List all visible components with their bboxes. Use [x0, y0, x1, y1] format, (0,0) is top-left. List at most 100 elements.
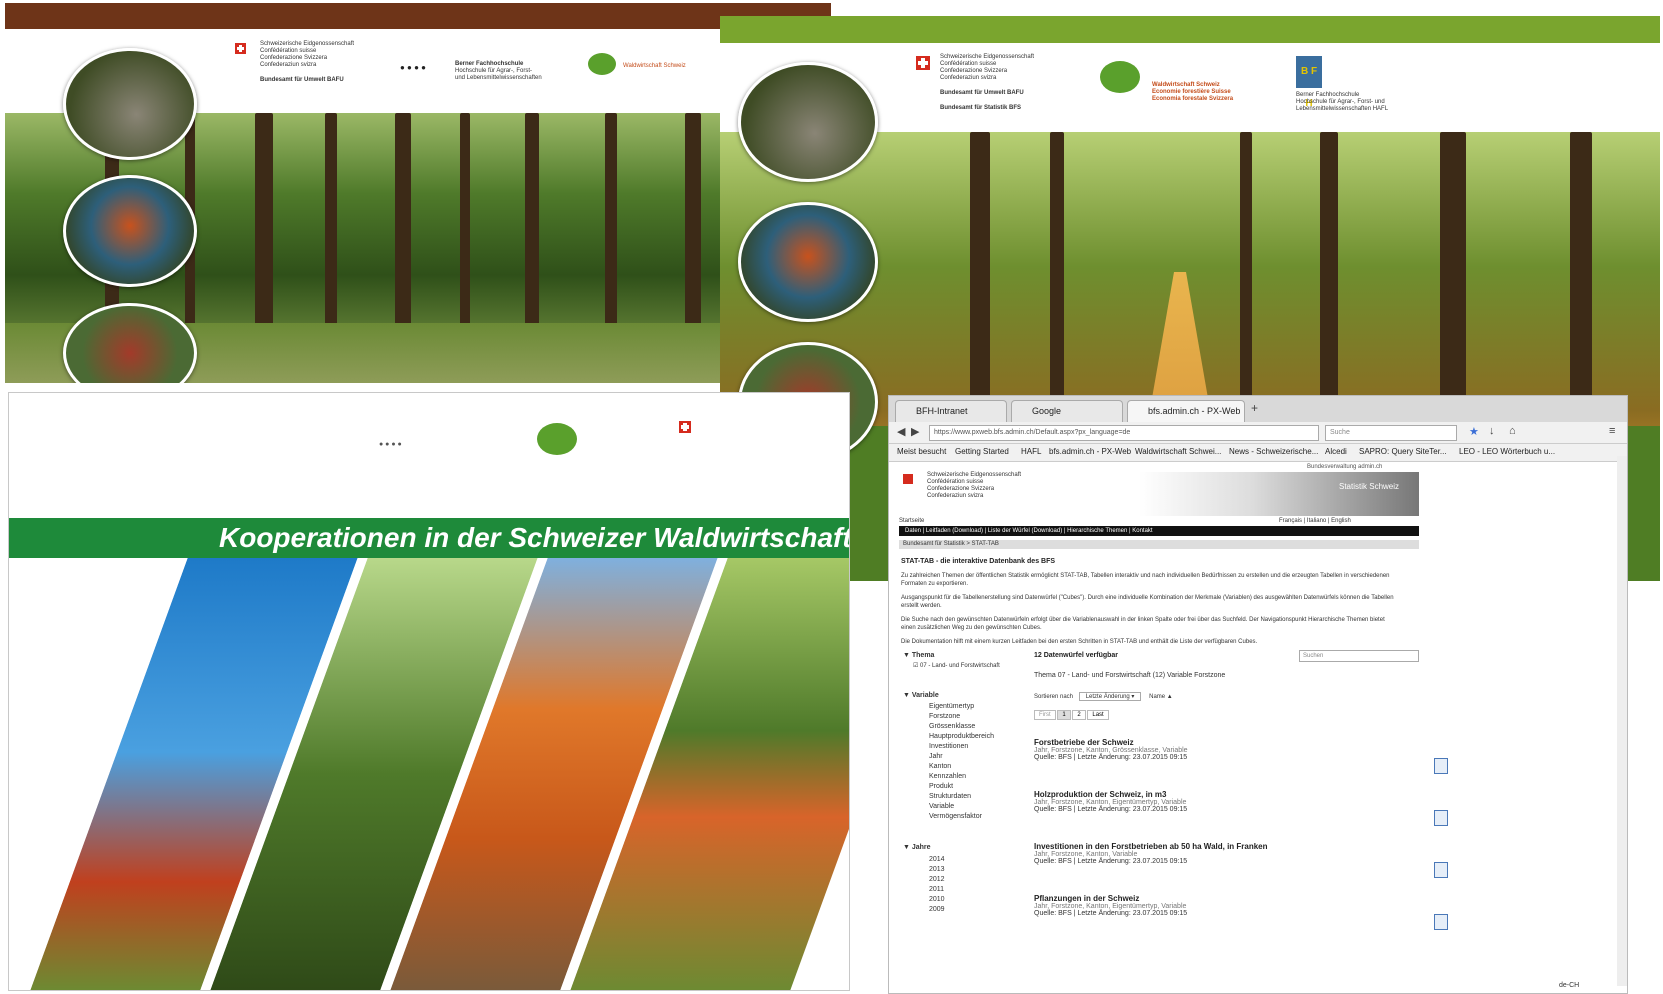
office-name: Bundesamt für Statistik BFS [940, 105, 1022, 111]
facet-variable-item[interactable]: Forstzone [929, 713, 960, 720]
intro-paragraph: Zu zahlreichen Themen der öffentlichen S… [901, 573, 1390, 587]
facet-variable-item[interactable]: Variable [929, 803, 954, 810]
home-link[interactable]: Startseite [899, 518, 924, 524]
bookmark-item[interactable]: News - Schweizerische... [1229, 447, 1318, 456]
forward-icon[interactable]: ▶ [911, 425, 919, 438]
star-icon[interactable]: ★ [1469, 425, 1479, 438]
school-block: Berner Fachhochschule Hochschule für Agr… [1296, 92, 1388, 113]
pager-last[interactable]: Last [1087, 710, 1109, 720]
school-line: Hochschule für Agrar-, Forst- und [1296, 99, 1385, 105]
scrollbar[interactable] [1617, 456, 1627, 986]
sort-dir-label: Name [1149, 694, 1166, 700]
bookmark-item[interactable]: LEO - LEO Wörterbuch u... [1459, 447, 1555, 456]
tab-pxweb[interactable]: bfs.admin.ch - PX-Web [1127, 400, 1245, 422]
breadcrumb[interactable]: Bundesamt für Statistik > STAT-TAB [899, 540, 1419, 549]
school-line: Lebensmittelwissenschaften HAFL [1296, 106, 1389, 112]
facet-variable-item[interactable]: Produkt [929, 783, 953, 790]
facet-variable-item[interactable]: Kanton [929, 763, 951, 770]
sort-direction[interactable]: Name ▲ [1149, 694, 1173, 700]
swiss-cross-icon [679, 421, 691, 433]
home-icon[interactable]: ⌂ [1509, 425, 1516, 437]
facet-variable-item[interactable]: Kennzahlen [929, 773, 966, 780]
header-line: Confédération suisse [260, 48, 317, 54]
document-icon[interactable] [1434, 914, 1448, 930]
document-icon[interactable] [1434, 758, 1448, 774]
pager-page[interactable]: 1 [1057, 710, 1071, 720]
bfh-logo-icon: B F H [1296, 56, 1322, 109]
wvs-logo-icon [588, 53, 616, 75]
facet-jahr-item[interactable]: 2012 [929, 876, 945, 883]
facet-jahr[interactable]: ▼ Jahre [903, 844, 931, 851]
pager-page[interactable]: 2 [1072, 710, 1086, 720]
facet-variable-item[interactable]: Grössenklasse [929, 723, 975, 730]
facet-variable-item[interactable]: Eigentümertyp [929, 703, 974, 710]
brochure-title: Kooperationen in der Schweizer Waldwirts… [9, 518, 849, 558]
menu-icon[interactable]: ≡ [1609, 425, 1615, 437]
tree-stump-photo [63, 48, 197, 160]
document-icon[interactable] [1434, 810, 1448, 826]
bookmark-item[interactable]: Getting Started [955, 447, 1009, 456]
bookmark-item[interactable]: Alcedi [1325, 447, 1347, 456]
facet-jahr-item[interactable]: 2013 [929, 866, 945, 873]
sort-row: Sortieren nach Letzte Änderung ▾ Name ▲ [1034, 692, 1173, 701]
result-item: Investitionen in den Forstbetrieben ab 5… [1034, 842, 1454, 865]
result-item: Holzproduktion der Schweiz, in m3 Jahr, F… [1034, 790, 1454, 813]
bookmark-item[interactable]: Meist besucht [897, 447, 946, 456]
header-line: Confederaziun svizra [927, 493, 984, 499]
facet-variable-item[interactable]: Investitionen [929, 743, 968, 750]
facet-variable-item[interactable]: Jahr [929, 753, 943, 760]
bookmark-item[interactable]: SAPRO: Query SiteTer... [1359, 447, 1447, 456]
federal-header: Schweizerische Eidgenossenschaft Confédé… [260, 41, 354, 84]
result-title[interactable]: Pflanzungen in der Schweiz [1034, 894, 1454, 903]
facet-variable-item[interactable]: Vermögensfaktor [929, 813, 982, 820]
bookmark-item[interactable]: HAFL [1021, 447, 1041, 456]
nav-bar: ◀ ▶ https://www.pxweb.bfs.admin.ch/Defau… [889, 422, 1627, 444]
intro-paragraph: Ausgangspunkt für die Tabellenerstellung… [901, 595, 1394, 609]
office-name: Bundesamt für Umwelt BAFU [260, 77, 344, 83]
result-variables: Jahr, Forstzone, Kanton, Eigentümertyp, … [1034, 903, 1187, 910]
tab-label: bfs.admin.ch - PX-Web [1148, 406, 1241, 416]
header-line: Confederaziun svizra [260, 62, 317, 68]
wvs-logo-icon [1100, 61, 1140, 93]
url-input[interactable]: https://www.pxweb.bfs.admin.ch/Default.a… [929, 425, 1319, 441]
back-icon[interactable]: ◀ [897, 425, 905, 438]
download-icon[interactable]: ↓ [1489, 425, 1495, 437]
facet-jahr-item[interactable]: 2010 [929, 896, 945, 903]
facet-thema-item[interactable]: ☑ 07 - Land- und Forstwirtschaft [913, 662, 1000, 669]
browser-search-input[interactable]: Suche [1325, 425, 1457, 441]
office-name: Bundesamt für Umwelt BAFU [940, 90, 1024, 96]
facet-variable-item[interactable]: Strukturdaten [929, 793, 971, 800]
result-title[interactable]: Investitionen in den Forstbetrieben ab 5… [1034, 842, 1454, 851]
language-switch[interactable]: Français | Italiano | English [1279, 518, 1351, 524]
document-icon[interactable] [1434, 862, 1448, 878]
facet-variable[interactable]: ▼ Variable [903, 692, 939, 699]
active-filters[interactable]: Thema 07 - Land- und Forstwirtschaft (12… [1034, 672, 1225, 679]
pager-first[interactable]: First [1034, 710, 1056, 720]
facet-jahr-item[interactable]: 2014 [929, 856, 945, 863]
swiss-cross-icon [235, 43, 246, 54]
main-menu[interactable]: Daten | Leitfaden (Download) | Liste der… [899, 526, 1419, 536]
result-title[interactable]: Holzproduktion der Schweiz, in m3 [1034, 790, 1454, 799]
bookmark-item[interactable]: bfs.admin.ch - PX-Web [1049, 447, 1131, 456]
school-sub: Hochschule für Agrar-, Forst- [455, 68, 533, 74]
sort-select[interactable]: Letzte Änderung ▾ [1078, 692, 1142, 701]
new-tab-icon[interactable]: + [1251, 401, 1258, 415]
tab-bfh-intranet[interactable]: BFH-Intranet [895, 400, 1007, 422]
result-source: Quelle: BFS | Letzte Änderung: 23.07.201… [1034, 806, 1188, 813]
bookmark-item[interactable]: Waldwirtschaft Schwei... [1135, 447, 1221, 456]
facet-jahr-item[interactable]: 2011 [929, 886, 944, 893]
facet-thema[interactable]: ▼ Thema [903, 652, 934, 659]
intro-paragraph: Die Suche nach den gewünschten Datenwürf… [901, 617, 1385, 631]
tab-google[interactable]: Google [1011, 400, 1123, 422]
facet-variable-item[interactable]: Hauptproduktbereich [929, 733, 994, 740]
facet-jahr-item[interactable]: 2009 [929, 906, 945, 913]
facet-label: Jahre [911, 844, 931, 851]
tab-label: Google [1032, 406, 1062, 416]
harvester-photo [738, 202, 878, 322]
header-line: Confédération suisse [927, 479, 984, 485]
admin-link[interactable]: Bundesverwaltung admin.ch [1307, 464, 1382, 470]
result-source: Quelle: BFS | Letzte Änderung: 23.07.201… [1034, 910, 1188, 917]
cube-search-input[interactable]: Suchen [1299, 650, 1419, 662]
result-item: Forstbetriebe der Schweiz Jahr, Forstzone… [1034, 738, 1454, 761]
result-title[interactable]: Forstbetriebe der Schweiz [1034, 738, 1454, 747]
